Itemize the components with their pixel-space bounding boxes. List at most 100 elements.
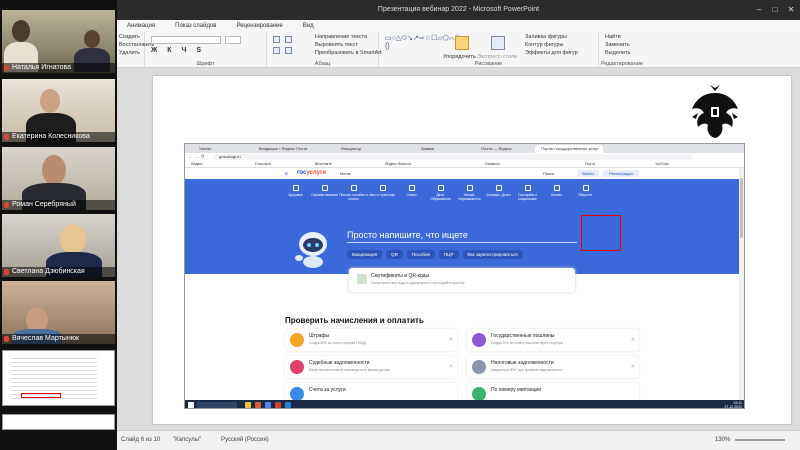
service-card[interactable]: Налоговые задолженности Сведения из ФНС … xyxy=(467,356,639,378)
close-icon[interactable]: ✕ xyxy=(449,364,453,370)
zoom-icon[interactable] xyxy=(285,402,291,408)
scroll-thumb[interactable] xyxy=(740,178,743,238)
nav-item[interactable]: Пенсии, пособия и льготы xyxy=(339,183,368,205)
certificates-card[interactable]: Сертификаты и QR-коды Посмотрите все код… xyxy=(349,268,575,292)
nav-item[interactable]: Семья xyxy=(397,183,426,205)
nav-item[interactable]: Дети. Образование xyxy=(426,183,455,205)
zoom-level[interactable]: 130% xyxy=(715,437,730,443)
zoom-slider[interactable] xyxy=(735,439,785,441)
taskbar-search[interactable] xyxy=(197,402,237,408)
slide-canvas[interactable]: Узнать Входящие • Яндекс Почта Инициатор… xyxy=(153,76,791,424)
nav-item[interactable]: Штрафы. Долги xyxy=(484,183,513,205)
select-button[interactable]: Выделить xyxy=(605,50,630,56)
font-format-buttons[interactable]: Ж К Ч S xyxy=(151,47,205,54)
browser-tab[interactable]: Входящие • Яндекс Почта xyxy=(253,145,311,153)
shape-effects-button[interactable]: Эффекты для фигур xyxy=(525,50,578,56)
chip-register[interactable]: Как зарегистрироваться xyxy=(462,250,523,259)
font-size-select[interactable] xyxy=(225,36,241,44)
shape-fill-button[interactable]: Заливка фигуры xyxy=(525,34,567,40)
smartart-button[interactable]: Преобразовать в SmartArt xyxy=(315,50,382,56)
tab-animation[interactable]: Анимация xyxy=(117,23,165,29)
nav-item[interactable]: Здоровье xyxy=(281,183,310,205)
url-input[interactable]: gosuslugi.ru xyxy=(213,154,693,160)
tab-slideshow[interactable]: Показ слайдов xyxy=(165,23,226,29)
bookmark-item[interactable]: Почта xyxy=(585,162,595,166)
create-slide-button[interactable]: Создать xyxy=(119,34,140,40)
service-card[interactable]: Судебные задолженности Поиск исполнитель… xyxy=(285,356,457,378)
register-button[interactable]: Регистрация xyxy=(603,170,639,177)
text-direction-button[interactable]: Направление текста xyxy=(315,34,367,40)
bookmark-item[interactable]: Госуслуги xyxy=(255,162,271,166)
arrange-button[interactable]: Упорядочить xyxy=(443,54,476,60)
arrange-icon[interactable] xyxy=(455,36,469,50)
bookmark-item[interactable]: Яндекс Новости xyxy=(385,162,411,166)
nav-item[interactable]: Госслужба и социальные xyxy=(513,183,542,205)
chrome-icon[interactable] xyxy=(265,402,271,408)
gosuslugi-logo[interactable]: госуслуги xyxy=(297,170,326,176)
chip-pcr[interactable]: ПЦР xyxy=(438,250,459,259)
browser-scrollbar[interactable] xyxy=(739,168,744,400)
nav-item[interactable]: Авто и транспорт xyxy=(368,183,397,205)
ribbon-group-font: Ж К Ч S Шрифт xyxy=(145,32,267,68)
bookmark-item[interactable]: Яндекс xyxy=(191,162,203,166)
close-icon[interactable]: ✕ xyxy=(786,5,796,15)
nav-item[interactable]: Обществ. xyxy=(571,183,600,205)
bookmark-item[interactable]: ВКонтакте xyxy=(315,162,332,166)
participant-name: Екатерина Колесникова xyxy=(2,132,115,142)
nav-item[interactable]: Жильё. Недвижимость xyxy=(455,183,484,205)
quick-styles-button[interactable]: Экспресс-стили xyxy=(477,54,517,60)
browser-tab[interactable]: Инициатор xyxy=(335,145,393,153)
bookmark-item[interactable]: Сервисы xyxy=(485,162,500,166)
search-link[interactable]: Поиск xyxy=(543,170,554,177)
quick-styles-icon[interactable] xyxy=(491,36,505,50)
chip-benefits[interactable]: Пособия xyxy=(406,250,435,259)
login-button[interactable]: Войти xyxy=(577,170,599,177)
participant-tile[interactable]: Светлана Дзюбинская xyxy=(2,214,115,277)
service-card[interactable]: Государственные пошлины Скидка 30% на оп… xyxy=(467,329,639,351)
participant-tile[interactable]: Наталья Игнатова xyxy=(2,10,115,73)
font-name-select[interactable] xyxy=(151,36,221,44)
delete-button[interactable]: Удалить xyxy=(119,50,140,56)
maximize-icon[interactable]: □ xyxy=(770,5,780,15)
shape-outline-button[interactable]: Контур фигуры xyxy=(525,42,563,48)
shapes-gallery[interactable]: ▭○△⬭↘↗⇨☆☐▱⬠⌒⟨⟩{} xyxy=(385,35,460,57)
nav-arrows-icon[interactable]: ← → ⟳ xyxy=(188,154,205,160)
chip-vaccination[interactable]: Вакцинация xyxy=(347,250,383,259)
browser-tab[interactable]: Узнать xyxy=(193,145,251,153)
hamburger-icon[interactable]: ≡ xyxy=(285,171,288,177)
close-icon[interactable]: ✕ xyxy=(631,337,635,343)
bullets-icon[interactable] xyxy=(273,36,280,43)
chip-qr[interactable]: QR xyxy=(386,250,403,259)
slide-thumbnail[interactable] xyxy=(2,350,115,406)
minimize-icon[interactable]: – xyxy=(754,5,764,15)
nav-item[interactable]: Справки выписки xyxy=(310,183,339,205)
nav-item[interactable]: Бизнес xyxy=(542,183,571,205)
align-left-icon[interactable] xyxy=(273,47,280,54)
search-prompt[interactable]: Просто напишите, что ищете xyxy=(347,230,468,240)
browser-tab[interactable]: Заявки xyxy=(415,145,473,153)
tax-debts-icon xyxy=(472,360,486,374)
participant-tile[interactable]: Роман Серебряный xyxy=(2,147,115,210)
language-indicator[interactable]: Русский (Россия) xyxy=(221,437,269,443)
close-icon[interactable]: ✕ xyxy=(449,337,453,343)
slide-thumbnail[interactable] xyxy=(2,414,115,430)
powerpoint-icon[interactable] xyxy=(275,402,281,408)
replace-button[interactable]: Заменить xyxy=(605,42,630,48)
explorer-icon[interactable] xyxy=(245,402,251,408)
browser-tab[interactable]: Почта — Яндекс xyxy=(475,145,533,153)
participant-tile[interactable]: Вячеслав Мартынюк xyxy=(2,281,115,344)
participant-tile[interactable]: Екатерина Колесникова xyxy=(2,79,115,142)
tab-view[interactable]: Вид xyxy=(293,23,324,29)
numbering-icon[interactable] xyxy=(285,36,292,43)
align-text-button[interactable]: Выровнять текст xyxy=(315,42,358,48)
tab-review[interactable]: Рецензирование xyxy=(226,23,292,29)
menu-link[interactable]: Меню xyxy=(340,170,351,177)
browser-tab-active[interactable]: Портал государственных услуг xyxy=(535,145,603,153)
service-card[interactable]: Штрафы Скидка 50% на оплату штрафа ГИБДД… xyxy=(285,329,457,351)
find-button[interactable]: Найти xyxy=(605,34,621,40)
browser-icon[interactable] xyxy=(255,402,261,408)
close-icon[interactable]: ✕ xyxy=(631,364,635,370)
windows-start-icon[interactable] xyxy=(188,402,194,408)
bookmark-item[interactable]: YouTube xyxy=(655,162,669,166)
align-center-icon[interactable] xyxy=(285,47,292,54)
